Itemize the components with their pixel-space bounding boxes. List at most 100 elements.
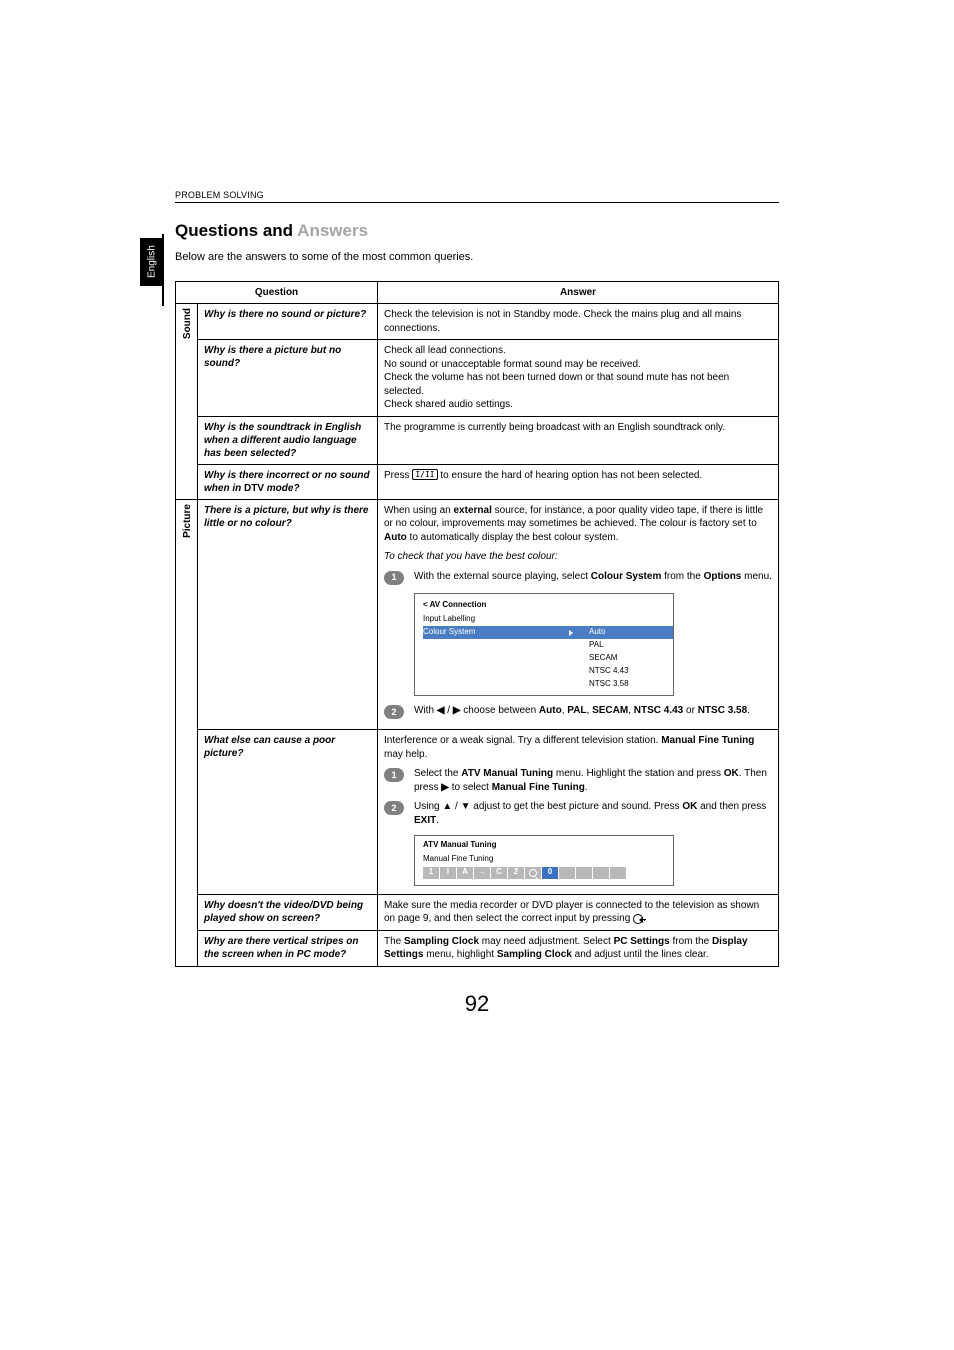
text: Manual Fine Tuning: [661, 735, 754, 746]
text: from the: [670, 936, 712, 947]
seg: [559, 867, 575, 879]
menu-title: < AV Connection: [415, 598, 673, 614]
page-number: 92: [175, 991, 779, 1017]
q-video-dvd: Why doesn't the video/DVD being played s…: [198, 894, 378, 930]
header-question: Question: [176, 282, 378, 304]
qa-table: Question Answer Sound Why is there no so…: [175, 281, 779, 967]
seg: C: [491, 867, 507, 879]
text: Auto: [539, 705, 562, 716]
q-dtv-sound: Why is there incorrect or no sound when …: [198, 464, 378, 499]
subtitle-icon: I/II: [412, 469, 437, 480]
text: Check shared audio settings.: [384, 399, 513, 410]
text: Auto: [384, 532, 407, 543]
menu-label: Input Labelling: [423, 614, 665, 625]
seg-magnify-icon: [525, 867, 541, 879]
page-title: Questions and Answers: [175, 221, 779, 241]
text: choose between: [461, 705, 539, 716]
a-no-colour: When using an external source, for insta…: [378, 499, 779, 730]
text: Press: [384, 470, 412, 481]
option-auto: Auto: [583, 626, 673, 639]
a-english-soundtrack: The programme is currently being broadca…: [378, 416, 779, 464]
text: .: [747, 705, 750, 716]
language-tab: English: [140, 238, 164, 286]
step-badge-2: 2: [384, 705, 404, 719]
text: EXIT: [414, 815, 436, 826]
a-picture-no-sound: Check all lead connections. No sound or …: [378, 340, 779, 417]
step-1: 1 With the external source playing, sele…: [384, 570, 772, 585]
text: /: [444, 705, 452, 716]
a-video-dvd: Make sure the media recorder or DVD play…: [378, 894, 779, 930]
option-pal: PAL: [583, 639, 673, 652]
text: menu.: [741, 571, 772, 582]
text: DTV: [244, 483, 264, 494]
text: Check all lead connections.: [384, 345, 506, 356]
text: PC Settings: [614, 936, 670, 947]
a-poor-picture: Interference or a weak signal. Try a dif…: [378, 730, 779, 895]
colour-options: Auto PAL SECAM NTSC 4.43 NTSC 3.58: [583, 626, 673, 691]
text: Make sure the media recorder or DVD play…: [384, 900, 759, 925]
category-sound: Sound: [176, 304, 198, 500]
text: .: [436, 815, 439, 826]
step-1: 1 Select the ATV Manual Tuning menu. Hig…: [384, 767, 772, 794]
seg: [576, 867, 592, 879]
option-ntsc358: NTSC 3.58: [583, 678, 673, 691]
text: To check that you have the best colour:: [384, 550, 772, 564]
seg: [610, 867, 626, 879]
step-badge-2: 2: [384, 801, 404, 815]
seg-active: 0: [542, 867, 558, 879]
tuning-title: ATV Manual Tuning: [423, 840, 665, 851]
step-text: Select the ATV Manual Tuning menu. Highl…: [414, 767, 772, 794]
text: Interference or a weak signal. Try a dif…: [384, 735, 661, 746]
text: OK: [724, 768, 739, 779]
step-text: Using ▲ / ▼ adjust to get the best pictu…: [414, 800, 772, 827]
menu-row-selected: Colour System: [423, 626, 583, 639]
q-poor-picture: What else can cause a poor picture?: [198, 730, 378, 895]
text: to automatically display the best colour…: [407, 532, 619, 543]
text: or: [683, 705, 697, 716]
text: With the external source playing, select: [414, 571, 591, 582]
down-arrow-icon: ▼: [461, 801, 471, 812]
menu-label: Colour System: [423, 627, 569, 638]
text: and adjust until the lines clear.: [572, 949, 709, 960]
text: Sampling Clock: [404, 936, 479, 947]
title-muted: Answers: [297, 221, 368, 240]
category-sound-label: Sound: [182, 308, 193, 339]
option-secam: SECAM: [583, 652, 673, 665]
text: Manual Fine Tuning: [492, 782, 585, 793]
category-picture-label: Picture: [182, 504, 193, 538]
text: external: [454, 505, 492, 516]
seg: I: [440, 867, 456, 879]
up-arrow-icon: ▲: [442, 801, 452, 812]
step-badge-1: 1: [384, 571, 404, 585]
text: .: [585, 782, 588, 793]
text: to select: [449, 782, 492, 793]
title-dark: Questions and: [175, 221, 297, 240]
text: may need adjustment. Select: [479, 936, 614, 947]
seg: [593, 867, 609, 879]
a-no-sound-picture: Check the television is not in Standby m…: [378, 304, 779, 340]
text: Check the volume has not been turned dow…: [384, 372, 729, 397]
step-2: 2 With ◀ / ▶ choose between Auto, PAL, S…: [384, 704, 772, 719]
step-2: 2 Using ▲ / ▼ adjust to get the best pic…: [384, 800, 772, 827]
chevron-right-icon: [569, 630, 573, 636]
text: adjust to get the best picture and sound…: [471, 801, 683, 812]
a-dtv-sound: Press I/II to ensure the hard of hearing…: [378, 464, 779, 499]
manual-tuning-box: ATV Manual Tuning Manual Fine Tuning 1 I…: [414, 835, 674, 886]
q-picture-no-sound: Why is there a picture but no sound?: [198, 340, 378, 417]
a-vertical-stripes: The Sampling Clock may need adjustment. …: [378, 930, 779, 966]
tuning-subtitle: Manual Fine Tuning: [423, 854, 665, 865]
text: from the: [661, 571, 703, 582]
input-source-icon: [633, 914, 643, 924]
text: NTSC 4.43: [634, 705, 683, 716]
q-vertical-stripes: Why are there vertical stripes on the sc…: [198, 930, 378, 966]
side-rule: [162, 234, 164, 306]
text: mode?: [264, 483, 300, 494]
seg: →: [474, 867, 490, 879]
seg: A: [457, 867, 473, 879]
text: Using: [414, 801, 442, 812]
text: When using an: [384, 505, 454, 516]
text: Options: [704, 571, 742, 582]
seg: 1: [423, 867, 439, 879]
text: Colour System: [591, 571, 662, 582]
seg: 2: [508, 867, 524, 879]
